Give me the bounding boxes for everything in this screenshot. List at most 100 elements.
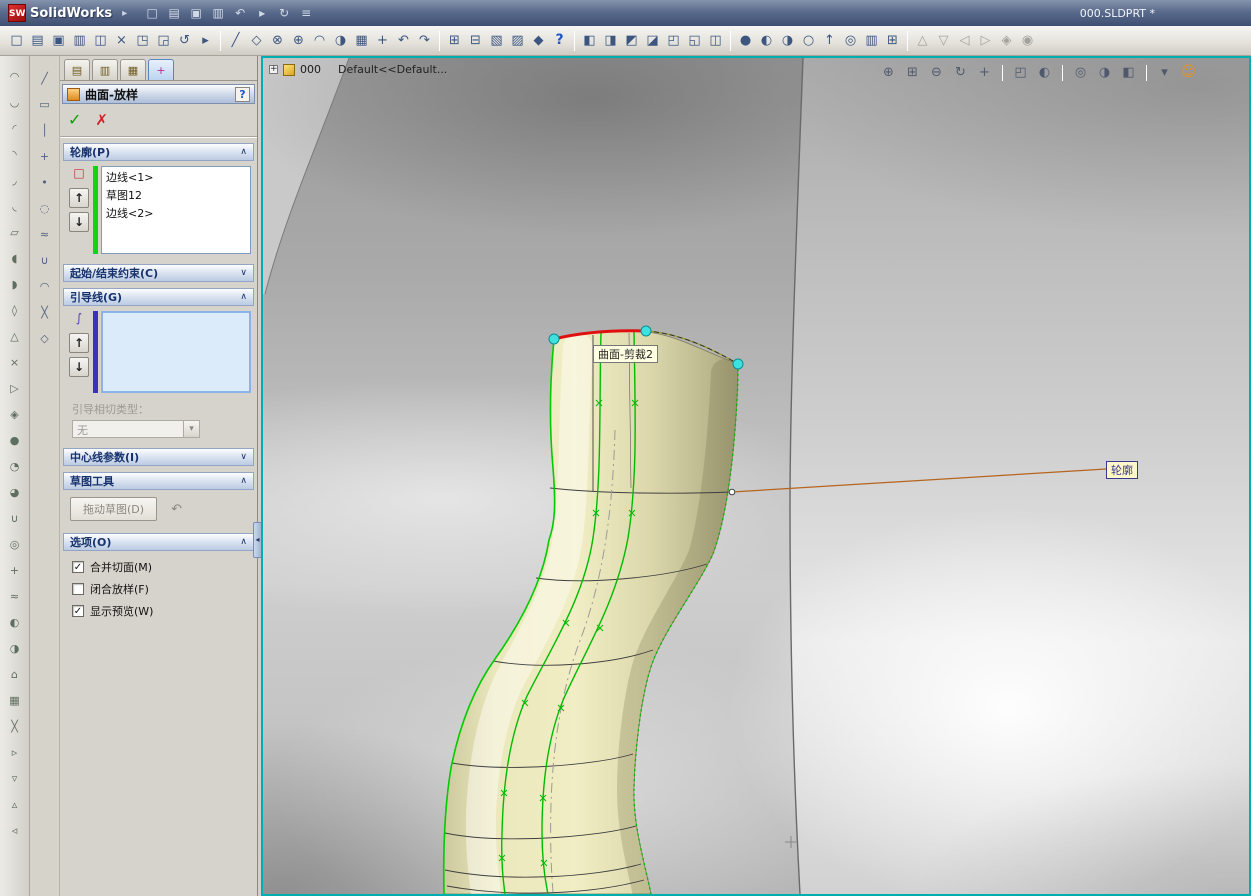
configuration-detail[interactable]: Default<<Default... [338, 63, 447, 76]
apply-scene-icon[interactable]: ◧ [1118, 62, 1139, 83]
section-header-centerline-parameters[interactable]: 中心线参数(I) ∨ [63, 448, 254, 466]
view-front-icon[interactable]: ◧ [579, 30, 600, 51]
perspective-icon[interactable]: ◎ [840, 30, 861, 51]
save-icon[interactable]: ▣ [48, 30, 69, 51]
section-view-icon[interactable]: ▥ [861, 30, 882, 51]
replace-face-icon[interactable]: ◎ [6, 536, 24, 554]
print-icon[interactable]: ▥ [207, 3, 229, 23]
boundary-surface-icon[interactable]: ◞ [6, 172, 24, 190]
swept-surface-icon[interactable]: ◜ [6, 120, 24, 138]
profiles-listbox[interactable]: 边线<1> 草图12 边线<2> [101, 166, 251, 254]
new-document-icon[interactable]: □ [6, 30, 27, 51]
split-line-icon[interactable]: ╳ [36, 304, 54, 322]
view-bottom-icon[interactable]: ◱ [684, 30, 705, 51]
plane-icon[interactable]: ▭ [36, 96, 54, 114]
graphics-area[interactable]: + 000 Default<<Default... ⊕ ⊞ ⊖ ↻ + ◰ ◐ ◎ ◑ ◧ ▾ ☺ 曲… [261, 56, 1251, 896]
options-icon[interactable]: ≡ [295, 3, 317, 23]
rib-icon[interactable]: ◃ [6, 822, 24, 840]
undo-icon[interactable]: ↺ [174, 30, 195, 51]
view-right-icon[interactable]: ◪ [642, 30, 663, 51]
select-icon[interactable]: ▸ [251, 3, 273, 23]
open-icon[interactable]: ▤ [163, 3, 185, 23]
radiate-surface-icon[interactable]: ◊ [6, 302, 24, 320]
checkbox-icon[interactable]: ✓ [72, 561, 84, 573]
camera-view-icon[interactable]: ⊞ [882, 30, 903, 51]
checkbox-icon[interactable] [72, 583, 84, 595]
move-profile-up-button[interactable]: ↑ [69, 188, 89, 208]
grid-settings-icon[interactable]: ⊞ [444, 30, 465, 51]
cancel-button[interactable]: ✗ [95, 111, 108, 129]
new-document-icon[interactable]: □ [141, 3, 163, 23]
hidden-lines-removed-icon[interactable]: ◑ [777, 30, 798, 51]
move-guide-up-button[interactable]: ↑ [69, 333, 89, 353]
wireframe-icon[interactable]: ○ [798, 30, 819, 51]
coordinate-system-icon[interactable]: + [36, 148, 54, 166]
configuration-name[interactable]: 000 [300, 63, 321, 76]
select-arrow-icon[interactable]: ▸ [195, 30, 216, 51]
reference-geometry-icon[interactable]: ▽ [933, 30, 954, 51]
dimxpert-tab[interactable]: + [148, 59, 174, 80]
profile-callout[interactable]: 轮廓 [1106, 461, 1138, 479]
split-icon[interactable]: ╳ [6, 718, 24, 736]
zoom-to-area-icon[interactable]: ⊞ [902, 62, 923, 83]
trim-entities-icon[interactable]: ⊗ [267, 30, 288, 51]
rebuild-icon[interactable]: ↻ [273, 3, 295, 23]
offset-entities-icon[interactable]: ◠ [309, 30, 330, 51]
profile-list-item[interactable]: 草图12 [103, 186, 249, 204]
view-isometric-icon[interactable]: ◫ [705, 30, 726, 51]
move-profile-down-button[interactable]: ↓ [69, 212, 89, 232]
redo-sketch-icon[interactable]: ↷ [414, 30, 435, 51]
view-top-icon[interactable]: ◰ [663, 30, 684, 51]
section-header-guide-curves[interactable]: 引导线(G) ∧ [63, 288, 254, 306]
drag-sketch-button[interactable]: 拖动草图(D) [70, 497, 158, 521]
extruded-surface-icon[interactable]: ◠ [6, 68, 24, 86]
chamfer-icon[interactable]: ◕ [6, 484, 24, 502]
help-icon[interactable]: ? [549, 30, 570, 51]
indent-icon[interactable]: ◑ [6, 640, 24, 658]
open-icon[interactable]: ▤ [27, 30, 48, 51]
dome-icon[interactable]: ⌂ [6, 666, 24, 684]
sketch-icon[interactable]: ╱ [36, 70, 54, 88]
print-icon[interactable]: ▥ [69, 30, 90, 51]
option-show-preview[interactable]: ✓ 显示预览(W) [68, 600, 251, 622]
option-close-loft[interactable]: 闭合放样(F) [68, 578, 251, 600]
sketch-icon[interactable]: ╱ [225, 30, 246, 51]
view-left-icon[interactable]: ◩ [621, 30, 642, 51]
layer-properties-icon[interactable]: ▧ [486, 30, 507, 51]
section-header-start-end-constraints[interactable]: 起始/结束约束(C) ∨ [63, 264, 254, 282]
linear-pattern-icon[interactable]: ▦ [351, 30, 372, 51]
thicken-icon[interactable]: ● [6, 432, 24, 450]
fillet-icon[interactable]: ◔ [6, 458, 24, 476]
option-merge-tangent-faces[interactable]: ✓ 合并切面(M) [68, 556, 251, 578]
line-format-icon[interactable]: ▨ [507, 30, 528, 51]
section-header-options[interactable]: 选项(O) ∧ [63, 533, 254, 551]
combine-icon[interactable]: ∪ [6, 510, 24, 528]
move-face-icon[interactable]: + [6, 562, 24, 580]
mirror-entities-icon[interactable]: ◑ [330, 30, 351, 51]
copy-icon[interactable]: ◳ [132, 30, 153, 51]
print-preview-icon[interactable]: ◫ [90, 30, 111, 51]
view-orientation-icon[interactable]: ◰ [1010, 62, 1031, 83]
custom-properties-tab[interactable]: ▥ [92, 59, 118, 80]
configurations-tab[interactable]: ▦ [120, 59, 146, 80]
zoom-to-fit-icon[interactable]: ⊕ [878, 62, 899, 83]
flex-icon[interactable]: ≈ [6, 588, 24, 606]
display-style-icon[interactable]: ◐ [1034, 62, 1055, 83]
undo-sketch-icon[interactable]: ↶ [393, 30, 414, 51]
propertymanager-tab[interactable]: ▤ [64, 59, 90, 80]
axis-icon[interactable]: │ [36, 122, 54, 140]
profile-list-item[interactable]: 边线<2> [103, 204, 249, 222]
shaded-icon[interactable]: ● [735, 30, 756, 51]
instant3d-icon[interactable]: ▷ [975, 30, 996, 51]
3d-curve-icon[interactable]: ◇ [36, 330, 54, 348]
view-back-icon[interactable]: ◨ [600, 30, 621, 51]
planar-surface-icon[interactable]: ▱ [6, 224, 24, 242]
render-icon[interactable]: ◉ [1017, 30, 1038, 51]
section-header-profiles[interactable]: 轮廓(P) ∧ [63, 143, 254, 161]
quick-tips-icon[interactable]: ☺ [1178, 62, 1199, 83]
dropdown-arrow-icon[interactable]: ▾ [183, 421, 199, 437]
lofted-surface-icon[interactable]: ◝ [6, 146, 24, 164]
point-icon[interactable]: • [36, 174, 54, 192]
filled-surface-icon[interactable]: ◟ [6, 198, 24, 216]
trim-surface-icon[interactable]: × [6, 354, 24, 372]
